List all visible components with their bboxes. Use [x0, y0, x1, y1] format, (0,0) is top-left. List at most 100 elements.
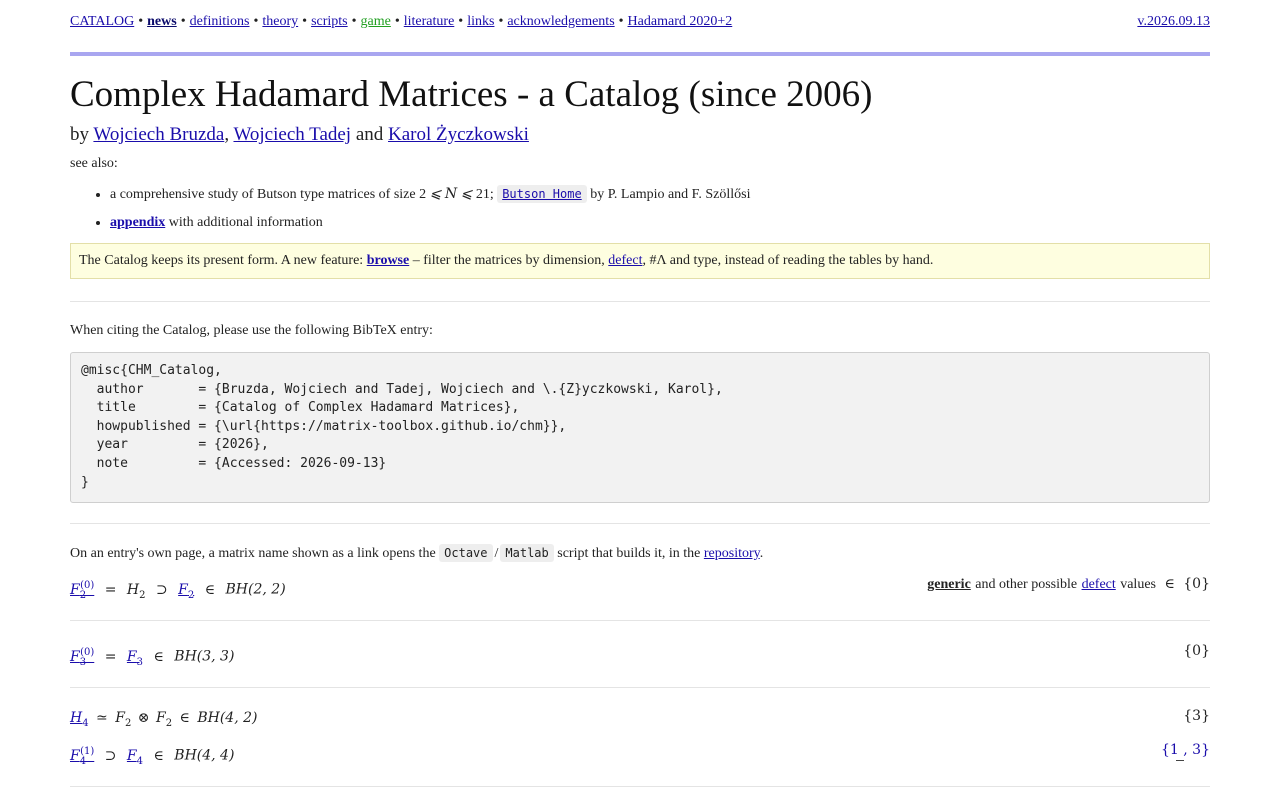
top-navigation: CATALOG • news • definitions • theory • scripts •…	[70, 12, 1210, 32]
nav-definitions[interactable]: definitions	[190, 14, 250, 29]
defect-tail-text: values	[1120, 577, 1156, 592]
nav-hadamard-2020[interactable]: Hadamard 2020+2	[628, 14, 733, 29]
butson-class: BH(3, 3)	[174, 648, 235, 665]
feature-notice: The Catalog keeps its present form. A ne…	[70, 243, 1210, 279]
superset-symbol: ⊃	[104, 747, 117, 764]
author-byline: by Wojciech Bruzda, Wojciech Tadej and K…	[70, 123, 529, 147]
nav-separator: •	[138, 14, 144, 29]
defect-link[interactable]: defect	[608, 253, 642, 268]
defect-values: generic and other possible defect values…	[927, 572, 1210, 597]
math-n: N	[444, 186, 458, 202]
matrix-formula: F3(0) = F3 ∈ BH(3, 3)	[70, 639, 234, 676]
matrix-link-f2[interactable]: F2	[178, 582, 194, 601]
nav-news[interactable]: news	[147, 14, 177, 29]
see-also-list: a comprehensive study of Butson type mat…	[70, 182, 750, 239]
matrix-formula: F2(0) = H2 ⊃ F2 ∈ BH(2, 2)	[70, 572, 286, 609]
notice-middle: – filter the matrices by dimension,	[412, 253, 605, 268]
nav-scripts[interactable]: scripts	[311, 14, 348, 29]
nav-acknowledgements[interactable]: acknowledgements	[507, 14, 614, 29]
equivalence-symbol: ≃	[96, 710, 108, 726]
nav-game[interactable]: game	[361, 14, 391, 29]
bibtex-block[interactable]: @misc{CHM_Catalog, author = {Bruzda, Woj…	[70, 352, 1210, 503]
matrix-row-f3: F3(0) = F3 ∈ BH(3, 3) {0}	[70, 639, 1210, 667]
list-item: appendix with additional information	[110, 211, 750, 235]
butson-class: BH(4, 4)	[174, 747, 235, 764]
nav-links[interactable]: links	[467, 14, 494, 29]
butson-authors: by P. Lampio and F. Szöllősi	[590, 187, 751, 202]
generic-link[interactable]: generic	[927, 577, 971, 592]
matlab-chip: Matlab	[500, 544, 554, 562]
nav-separator: •	[253, 14, 259, 29]
math-le: ⩽	[429, 186, 442, 202]
butson-class: BH(4, 2)	[197, 710, 258, 726]
matrix-h2: H2	[126, 581, 146, 601]
list-item: a comprehensive study of Butson type mat…	[110, 182, 750, 207]
nav-separator: •	[351, 14, 357, 29]
defect-mid-text: and other possible	[975, 577, 1078, 592]
author-link-bruzda[interactable]: Wojciech Bruzda	[93, 124, 224, 145]
butson-text: a comprehensive study of Butson type mat…	[110, 187, 427, 202]
element-of-symbol: ∈	[1164, 576, 1175, 592]
matrix-link-f3-0[interactable]: F3(0)	[70, 647, 94, 667]
nav-catalog[interactable]: CATALOG	[70, 14, 134, 29]
entries-intro-middle: script that builds it, in the	[557, 546, 701, 561]
divider	[70, 620, 1210, 621]
defect-values: {3}	[1183, 704, 1210, 728]
notice-suffix: , #Λ and type, instead of reading the ta…	[642, 253, 934, 268]
byline-and: and	[355, 124, 384, 145]
matrix-f2: F2	[155, 710, 173, 729]
element-of-symbol: ∈	[153, 648, 164, 665]
butson-home-link[interactable]: Butson Home	[497, 185, 587, 203]
matrix-link-f2-0[interactable]: F2(0)	[70, 580, 94, 600]
matrix-row-f4: F4(1) ⊃ F4 ∈ BH(4, 4) {1 , 3}	[70, 738, 1210, 766]
defect-set: {3}	[1183, 708, 1210, 724]
equals-symbol: =	[104, 581, 117, 598]
equals-symbol: =	[104, 648, 117, 665]
matrix-link-f4-1[interactable]: F4(1)	[70, 746, 94, 766]
entries-intro-end: .	[759, 546, 764, 561]
citation-intro: When citing the Catalog, please use the …	[70, 323, 433, 338]
appendix-text: with additional information	[168, 215, 323, 230]
superset-symbol: ⊃	[155, 581, 168, 598]
defect-values: {1 , 3}	[1161, 738, 1210, 762]
nav-separator: •	[498, 14, 504, 29]
matrix-row-f2: F2(0) = H2 ⊃ F2 ∈ BH(2, 2) generic and o…	[70, 572, 1210, 600]
element-of-symbol: ∈	[179, 710, 190, 726]
defect-values: {0}	[1183, 639, 1210, 663]
matrix-formula: F4(1) ⊃ F4 ∈ BH(4, 4)	[70, 738, 234, 775]
defect-set: {0}	[1183, 576, 1210, 592]
nav-separator: •	[302, 14, 308, 29]
appendix-link[interactable]: appendix	[110, 215, 165, 230]
matrix-link-h4[interactable]: H4	[70, 710, 89, 729]
matrix-formula: H4 ≃ F2 ⊗ F2 ∈ BH(4, 2)	[70, 704, 257, 738]
matrix-link-f3[interactable]: F3	[127, 649, 143, 668]
element-of-symbol: ∈	[153, 747, 164, 764]
page-title: Complex Hadamard Matrices - a Catalog (s…	[70, 74, 873, 115]
matrix-link-f4[interactable]: F4	[127, 748, 143, 767]
divider	[70, 786, 1210, 787]
version-link[interactable]: v.2026.09.13	[1137, 12, 1210, 32]
matrix-f2: F2	[115, 710, 132, 729]
defect-set[interactable]: {1 , 3}	[1161, 742, 1210, 758]
entries-intro-prefix: On an entry's own page, a matrix name sh…	[70, 546, 436, 561]
nav-separator: •	[394, 14, 400, 29]
divider	[70, 523, 1210, 524]
byline-by: by	[70, 124, 89, 145]
octave-chip: Octave	[439, 544, 493, 562]
header-rule	[70, 52, 1210, 56]
nav-separator: •	[180, 14, 186, 29]
browse-link[interactable]: browse	[367, 253, 410, 268]
math-le: ⩽	[460, 186, 473, 202]
repository-link[interactable]: repository	[704, 546, 760, 561]
author-link-zyczkowski[interactable]: Karol Życzkowski	[388, 124, 529, 145]
nav-literature[interactable]: literature	[404, 14, 455, 29]
tensor-symbol: ⊗	[137, 710, 150, 726]
defect-link[interactable]: defect	[1082, 577, 1116, 592]
author-link-tadej[interactable]: Wojciech Tadej	[233, 124, 351, 145]
entries-intro: On an entry's own page, a matrix name sh…	[70, 542, 763, 565]
nav-theory[interactable]: theory	[262, 14, 298, 29]
butson-class: BH(2, 2)	[225, 581, 286, 598]
nav-separator: •	[458, 14, 464, 29]
divider	[70, 301, 1210, 302]
nav-separator: •	[618, 14, 624, 29]
